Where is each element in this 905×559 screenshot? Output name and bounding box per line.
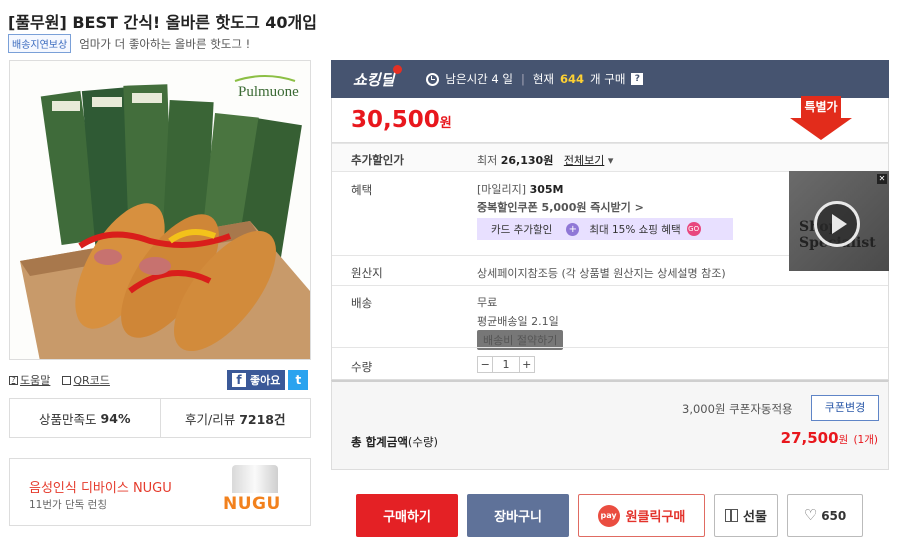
review-stat[interactable]: 후기/리뷰 7218건	[159, 399, 311, 437]
quantity-stepper[interactable]: − 1 +	[477, 356, 535, 373]
nugu-device-image	[232, 465, 278, 493]
brand-logo-text: Pulmuone	[238, 84, 299, 100]
pay-icon: pay	[597, 504, 620, 527]
nugu-ad-banner[interactable]: 음성인식 디바이스 NUGU 11번가 단독 런칭 NUGU	[9, 458, 311, 526]
facebook-icon: f	[232, 373, 246, 387]
order-total-box: 3,000원 쿠폰자동적용 쿠폰변경 총 합계금액(수량) 27,500원 (1…	[331, 380, 889, 470]
qr-icon	[62, 375, 72, 385]
remaining-time: 남은시간 4 일	[445, 72, 513, 86]
help-link[interactable]: ? 도움말	[9, 372, 50, 388]
go-icon: GO	[686, 222, 701, 236]
help-icon[interactable]: ?	[631, 73, 644, 85]
hotdog-illustration: Pulmuone	[10, 61, 310, 359]
nugu-ad-title: 음성인식 디바이스 NUGU	[29, 481, 172, 496]
twitter-icon: t	[295, 373, 302, 387]
close-icon[interactable]: ✕	[877, 174, 887, 184]
wishlist-button[interactable]: ♡ 650	[787, 494, 863, 537]
video-player-thumbnail[interactable]: Shop Specialist ✕	[789, 171, 889, 271]
special-price-badge: 특별가	[790, 96, 852, 144]
facebook-like-button[interactable]: f 좋아요	[227, 370, 286, 390]
satisfaction-stat: 상품만족도 94%	[39, 410, 131, 427]
deal-timer: 남은시간 4 일 | 현재 644 개 구매 ?	[426, 71, 644, 87]
shipping-row: 배송 무료 평균배송일 2.1일 배송비 절약하기	[332, 285, 888, 350]
coupon-auto-applied: 3,000원 쿠폰자동적용	[682, 402, 793, 416]
change-coupon-button[interactable]: 쿠폰변경	[811, 395, 879, 421]
social-share: f 좋아요 t	[227, 370, 309, 390]
gift-icon	[725, 509, 739, 522]
subtitle-row: 배송지연보상 엄마가 더 좋아하는 올바른 핫도그 !	[8, 34, 250, 53]
current-label: 현재	[532, 72, 554, 86]
quantity-row: 수량 − 1 +	[332, 347, 888, 381]
gift-button[interactable]: 선물	[714, 494, 778, 537]
product-subtitle: 엄마가 더 좋아하는 올바른 핫도그 !	[79, 36, 251, 51]
product-image[interactable]: Pulmuone	[9, 60, 311, 360]
nugu-ad-subtitle: 11번가 단독 런칭	[29, 499, 107, 511]
delivery-delay-badge[interactable]: 배송지연보상	[8, 34, 72, 53]
total-price: 27,500원 (1개)	[780, 429, 878, 447]
price-row: 30,500원 특별가	[331, 96, 889, 144]
sale-price: 30,500원	[351, 107, 452, 133]
extra-discount-row: 추가할인가 최저 26,130원 전체보기 ▾	[332, 143, 888, 171]
view-all-link[interactable]: 전체보기	[564, 154, 604, 167]
total-label: 총 합계금액(수량)	[351, 435, 439, 449]
plus-icon: +	[566, 222, 580, 236]
card-benefit-banner[interactable]: 카드 추가할인 + 최대 15% 쇼핑 혜택 GO	[477, 218, 733, 240]
one-click-buy-button[interactable]: pay 원클릭구매	[578, 494, 705, 537]
play-icon[interactable]	[814, 201, 860, 247]
twitter-button[interactable]: t	[288, 370, 309, 390]
shocking-deal-logo: 쇼킹딜	[353, 64, 403, 89]
down-arrow-icon	[790, 118, 852, 140]
coupon-link[interactable]: 중복할인쿠폰 5,000원 즉시받기 >	[477, 199, 644, 215]
buy-button[interactable]: 구매하기	[356, 494, 458, 537]
quantity-input[interactable]: 1	[492, 357, 520, 372]
quantity-minus-button[interactable]: −	[478, 357, 492, 372]
quantity-plus-button[interactable]: +	[520, 357, 534, 372]
product-stats: 상품만족도 94% 후기/리뷰 7218건	[9, 398, 311, 438]
current-purchase-count: 644	[559, 72, 584, 86]
cart-button[interactable]: 장바구니	[467, 494, 569, 537]
product-title: [풀무원] BEST 간식! 올바른 핫도그 40개입	[8, 13, 317, 32]
qr-link[interactable]: QR코드	[62, 372, 110, 388]
heart-icon: ♡	[803, 506, 818, 524]
nugu-logo: NUGU	[223, 494, 281, 514]
helper-links: ? 도움말 QR코드	[9, 372, 110, 388]
shocking-deal-bar: 쇼킹딜 남은시간 4 일 | 현재 644 개 구매 ?	[331, 60, 889, 98]
question-icon: ?	[9, 375, 18, 385]
clock-icon	[426, 72, 440, 86]
caret-down-icon: ▾	[607, 154, 614, 167]
